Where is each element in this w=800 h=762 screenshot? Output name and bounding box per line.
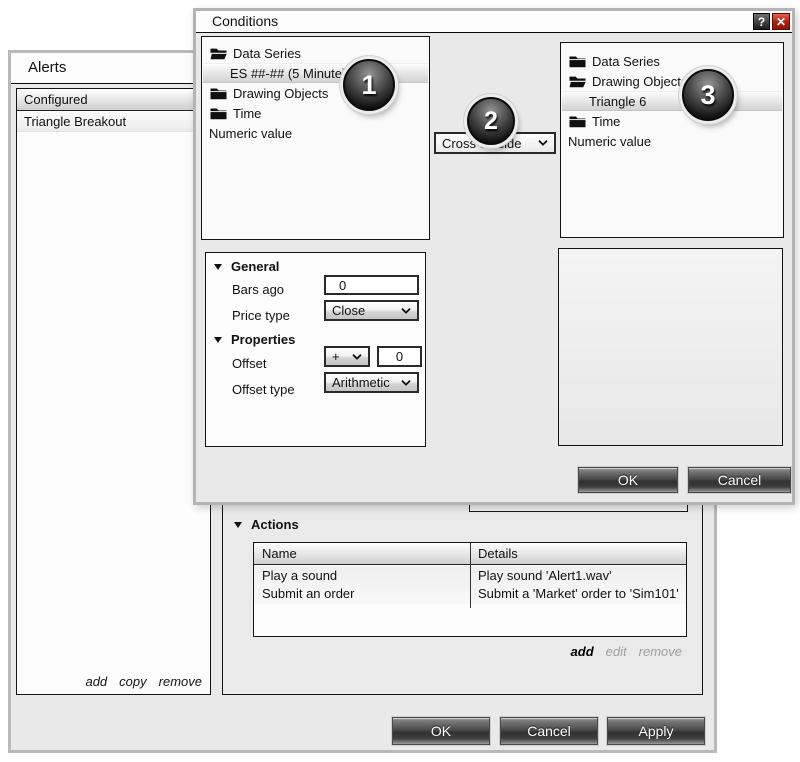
tree-item-label: Data Series: [592, 54, 660, 69]
offset-sign-value: +: [326, 349, 352, 364]
general-section-label: General: [231, 259, 279, 274]
ok-button[interactable]: OK: [578, 467, 678, 493]
annotation-badge-2: 2: [467, 97, 515, 145]
offset-type-label: Offset type: [232, 382, 295, 397]
right-condition-tree: Data Series Drawing Objects Triangle 6 T…: [560, 42, 784, 238]
chevron-down-icon: [352, 354, 362, 360]
tree-item-time[interactable]: Time: [203, 103, 428, 123]
configured-header-label: Configured: [24, 92, 88, 107]
actions-table: Name Details Play a sound Play sound 'Al…: [253, 542, 687, 637]
tree-item-label: Data Series: [233, 46, 301, 61]
tree-item-numeric-value[interactable]: Numeric value: [203, 123, 428, 143]
tree-item-label: Numeric value: [568, 134, 651, 149]
tree-item-time[interactable]: Time: [562, 111, 782, 131]
configured-column-header[interactable]: Configured: [17, 89, 210, 111]
folder-open-icon: [569, 75, 586, 88]
actions-links: add edit remove: [571, 644, 682, 659]
tree-item-data-series[interactable]: Data Series: [562, 51, 782, 71]
offset-type-value: Arithmetic: [326, 375, 401, 390]
close-icon[interactable]: ✕: [772, 13, 790, 30]
tree-item-label: Numeric value: [209, 126, 292, 141]
action-row-submit-order[interactable]: Submit an order Submit a 'Market' order …: [254, 586, 686, 604]
copy-alert-link[interactable]: copy: [119, 674, 146, 689]
details-column-header: Details: [478, 546, 518, 561]
folder-closed-icon: [569, 115, 586, 128]
conditions-dialog-title: Conditions: [212, 13, 278, 29]
collapse-arrow-icon: [234, 522, 242, 528]
chevron-down-icon: [401, 308, 411, 314]
folder-closed-icon: [210, 87, 227, 100]
annotation-badge-3: 3: [682, 69, 734, 121]
chevron-down-icon: [401, 380, 411, 386]
left-condition-tree: Data Series ES ##-## (5 Minute) Drawing …: [201, 36, 430, 240]
bars-ago-label: Bars ago: [232, 282, 284, 297]
conditions-titlebar[interactable]: Conditions: [196, 11, 792, 33]
folder-closed-icon: [210, 107, 227, 120]
screen: Alerts Configured Triangle Breakout add …: [0, 0, 800, 762]
actions-section-header[interactable]: Actions: [234, 517, 299, 532]
add-action-link[interactable]: add: [571, 644, 594, 659]
edit-action-link[interactable]: edit: [606, 644, 627, 659]
action-name: Submit an order: [262, 586, 355, 601]
tree-item-drawing-objects[interactable]: Drawing Objects: [562, 71, 782, 91]
help-button[interactable]: ?: [753, 13, 770, 30]
chevron-down-icon: [538, 140, 548, 146]
cancel-button[interactable]: Cancel: [688, 467, 791, 493]
collapse-arrow-icon: [214, 264, 222, 270]
tree-item-label: Drawing Objects: [592, 74, 687, 89]
tree-item-label: ES ##-## (5 Minute): [230, 66, 346, 81]
tree-item-data-series[interactable]: Data Series: [203, 43, 428, 63]
tree-item-numeric-value[interactable]: Numeric value: [562, 131, 782, 151]
offset-value-input[interactable]: [377, 346, 422, 367]
remove-action-link[interactable]: remove: [639, 644, 682, 659]
cancel-button[interactable]: Cancel: [500, 717, 598, 745]
remove-alert-link[interactable]: remove: [159, 674, 202, 689]
collapse-arrow-icon: [214, 337, 222, 343]
alert-list-item-triangle-breakout[interactable]: Triangle Breakout: [17, 112, 210, 132]
folder-closed-icon: [569, 55, 586, 68]
bars-ago-input[interactable]: [324, 275, 419, 295]
action-details: Submit a 'Market' order to 'Sim101': [478, 586, 679, 601]
tree-item-label: Triangle 6: [589, 94, 646, 109]
name-column-header: Name: [262, 546, 297, 561]
tree-item-triangle-6[interactable]: Triangle 6: [562, 91, 782, 111]
tree-item-label: Drawing Objects: [233, 86, 328, 101]
apply-button[interactable]: Apply: [607, 717, 705, 745]
annotation-badge-1: 1: [343, 59, 395, 111]
offset-type-dropdown[interactable]: Arithmetic: [324, 372, 419, 393]
offset-label: Offset: [232, 356, 266, 371]
properties-section-header[interactable]: Properties: [214, 332, 295, 347]
price-type-value: Close: [326, 303, 401, 318]
action-name: Play a sound: [262, 568, 337, 583]
offset-sign-dropdown[interactable]: +: [324, 346, 370, 367]
actions-section-label: Actions: [251, 517, 299, 532]
condition-properties-panel: General Bars ago Price type Close Proper…: [205, 252, 426, 447]
right-properties-panel-empty: [558, 248, 783, 446]
general-section-header[interactable]: General: [214, 259, 279, 274]
alert-item-label: Triangle Breakout: [17, 114, 126, 129]
tree-item-label: Time: [592, 114, 620, 129]
configured-alerts-list: Configured Triangle Breakout add copy re…: [16, 88, 211, 695]
alert-list-links: add copy remove: [85, 674, 202, 689]
alerts-window-title: Alerts: [28, 59, 66, 76]
folder-open-icon: [210, 47, 227, 60]
add-alert-link[interactable]: add: [85, 674, 107, 689]
price-type-dropdown[interactable]: Close: [324, 300, 419, 321]
tree-item-label: Time: [233, 106, 261, 121]
action-row-play-sound[interactable]: Play a sound Play sound 'Alert1.wav': [254, 568, 686, 586]
conditions-dialog: Conditions ? ✕ Data Series ES ##-## (5 M…: [193, 8, 795, 505]
properties-section-label: Properties: [231, 332, 295, 347]
action-details: Play sound 'Alert1.wav': [478, 568, 612, 583]
price-type-label: Price type: [232, 308, 290, 323]
ok-button[interactable]: OK: [392, 717, 490, 745]
